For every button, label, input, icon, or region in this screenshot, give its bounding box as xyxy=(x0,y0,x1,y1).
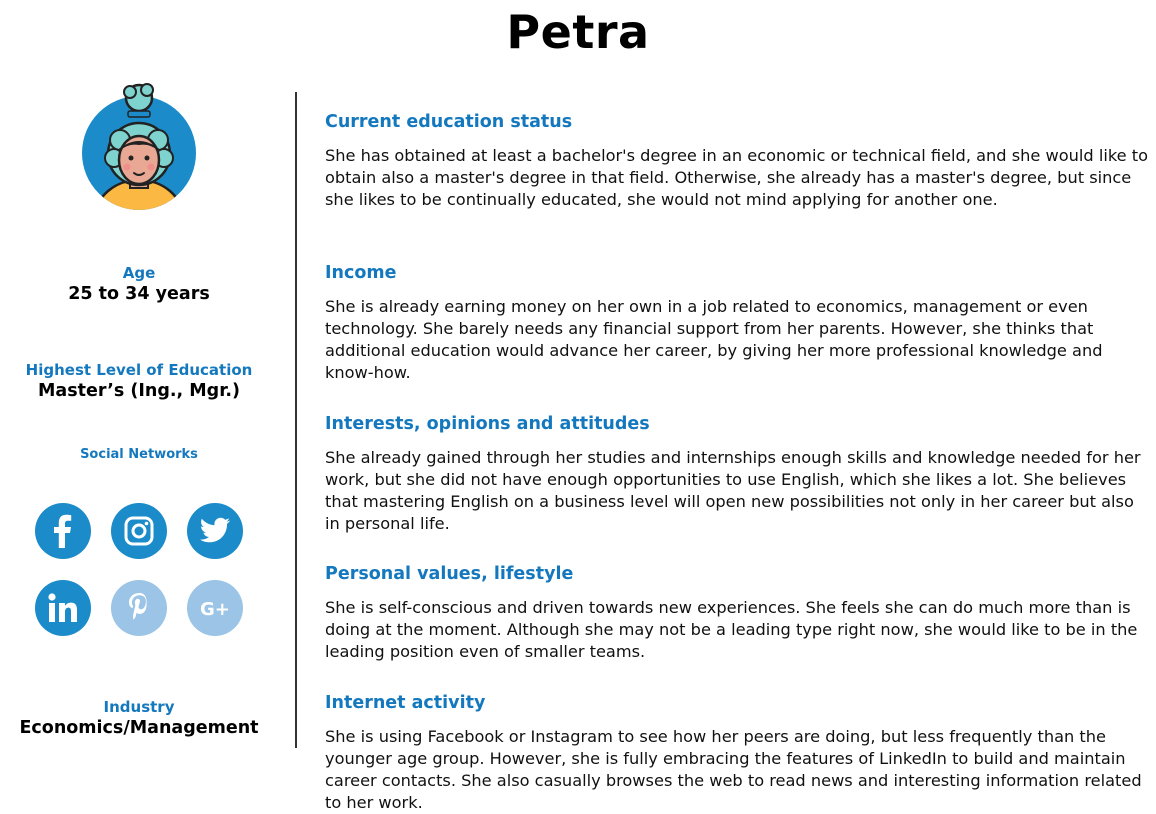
svg-text:G+: G+ xyxy=(200,599,230,619)
section-body: She is using Facebook or Instagram to se… xyxy=(325,727,1142,812)
section-income: Income She is already earning money on h… xyxy=(325,262,1150,384)
section-personal-values: Personal values, lifestyle She is self-c… xyxy=(325,563,1150,663)
section-interests: Interests, opinions and attitudes She al… xyxy=(325,413,1150,535)
pinterest-icon[interactable] xyxy=(111,580,167,636)
section-body: She has obtained at least a bachelor's d… xyxy=(325,146,1148,209)
section-title: Personal values, lifestyle xyxy=(325,564,574,584)
instagram-icon[interactable] xyxy=(111,503,167,559)
google-plus-icon[interactable]: G+ xyxy=(187,580,243,636)
industry-value: Economics/Management xyxy=(19,718,259,738)
persona-name: Petra xyxy=(506,5,650,59)
industry-label: Industry xyxy=(103,698,175,716)
section-body: She already gained through her studies a… xyxy=(325,448,1141,533)
age-label: Age xyxy=(122,264,156,282)
section-body: She is self-conscious and driven towards… xyxy=(325,598,1138,661)
twitter-icon[interactable] xyxy=(187,503,243,559)
section-internet-activity: Internet activity She is using Facebook … xyxy=(325,692,1150,814)
age-value: 25 to 34 years xyxy=(68,284,210,304)
education-label: Highest Level of Education xyxy=(25,361,253,379)
education-value: Master’s (Ing., Mgr.) xyxy=(37,381,240,401)
section-body: She is already earning money on her own … xyxy=(325,297,1103,382)
section-title: Interests, opinions and attitudes xyxy=(325,414,650,434)
facebook-icon[interactable] xyxy=(35,503,91,559)
social-networks-label: Social Networks xyxy=(80,447,198,462)
section-education-status: Current education status She has obtaine… xyxy=(325,111,1150,211)
column-divider xyxy=(295,92,297,748)
section-title: Current education status xyxy=(325,112,573,132)
section-title: Income xyxy=(325,263,397,283)
avatar-illustration xyxy=(82,83,196,210)
linkedin-icon[interactable] xyxy=(35,580,91,636)
section-title: Internet activity xyxy=(325,693,486,713)
persona-avatar xyxy=(80,78,200,218)
